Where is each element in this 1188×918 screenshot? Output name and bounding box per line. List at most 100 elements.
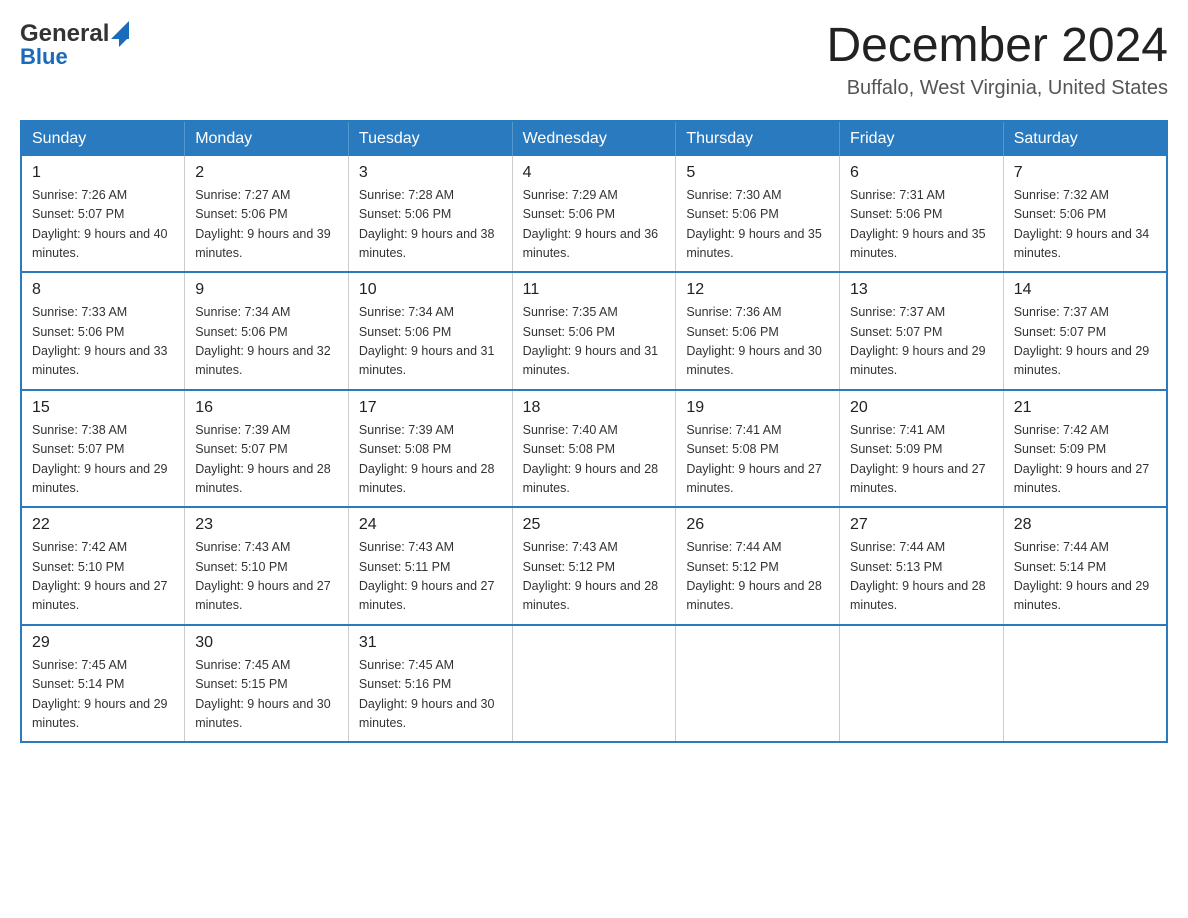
day-info: Sunrise: 7:39 AMSunset: 5:07 PMDaylight:… bbox=[195, 421, 338, 499]
calendar-cell: 15 Sunrise: 7:38 AMSunset: 5:07 PMDayligh… bbox=[21, 390, 185, 508]
day-info: Sunrise: 7:43 AMSunset: 5:10 PMDaylight:… bbox=[195, 538, 338, 616]
calendar-cell: 25 Sunrise: 7:43 AMSunset: 5:12 PMDayligh… bbox=[512, 507, 676, 625]
day-number: 3 bbox=[359, 164, 502, 182]
day-info: Sunrise: 7:37 AMSunset: 5:07 PMDaylight:… bbox=[850, 303, 993, 381]
title-section: December 2024 Buffalo, West Virginia, Un… bbox=[826, 20, 1168, 100]
day-number: 30 bbox=[195, 634, 338, 652]
calendar-cell: 9 Sunrise: 7:34 AMSunset: 5:06 PMDaylight… bbox=[185, 272, 349, 390]
day-info: Sunrise: 7:39 AMSunset: 5:08 PMDaylight:… bbox=[359, 421, 502, 499]
day-info: Sunrise: 7:31 AMSunset: 5:06 PMDaylight:… bbox=[850, 186, 993, 264]
day-info: Sunrise: 7:37 AMSunset: 5:07 PMDaylight:… bbox=[1014, 303, 1156, 381]
day-number: 26 bbox=[686, 516, 829, 534]
day-number: 2 bbox=[195, 164, 338, 182]
day-of-week-tuesday: Tuesday bbox=[348, 121, 512, 156]
day-info: Sunrise: 7:43 AMSunset: 5:12 PMDaylight:… bbox=[523, 538, 666, 616]
day-number: 20 bbox=[850, 399, 993, 417]
day-info: Sunrise: 7:33 AMSunset: 5:06 PMDaylight:… bbox=[32, 303, 174, 381]
day-of-week-friday: Friday bbox=[840, 121, 1004, 156]
day-number: 24 bbox=[359, 516, 502, 534]
month-title: December 2024 bbox=[826, 20, 1168, 73]
calendar-cell: 13 Sunrise: 7:37 AMSunset: 5:07 PMDayligh… bbox=[840, 272, 1004, 390]
day-number: 19 bbox=[686, 399, 829, 417]
day-number: 18 bbox=[523, 399, 666, 417]
day-info: Sunrise: 7:44 AMSunset: 5:13 PMDaylight:… bbox=[850, 538, 993, 616]
calendar-cell: 20 Sunrise: 7:41 AMSunset: 5:09 PMDayligh… bbox=[840, 390, 1004, 508]
day-number: 22 bbox=[32, 516, 174, 534]
calendar-cell: 3 Sunrise: 7:28 AMSunset: 5:06 PMDaylight… bbox=[348, 156, 512, 273]
day-number: 25 bbox=[523, 516, 666, 534]
calendar-cell: 8 Sunrise: 7:33 AMSunset: 5:06 PMDaylight… bbox=[21, 272, 185, 390]
calendar-cell: 18 Sunrise: 7:40 AMSunset: 5:08 PMDayligh… bbox=[512, 390, 676, 508]
calendar-cell bbox=[840, 625, 1004, 743]
calendar-week-row: 8 Sunrise: 7:33 AMSunset: 5:06 PMDaylight… bbox=[21, 272, 1167, 390]
day-info: Sunrise: 7:35 AMSunset: 5:06 PMDaylight:… bbox=[523, 303, 666, 381]
calendar-cell: 22 Sunrise: 7:42 AMSunset: 5:10 PMDayligh… bbox=[21, 507, 185, 625]
day-number: 17 bbox=[359, 399, 502, 417]
calendar-cell: 30 Sunrise: 7:45 AMSunset: 5:15 PMDayligh… bbox=[185, 625, 349, 743]
day-info: Sunrise: 7:44 AMSunset: 5:12 PMDaylight:… bbox=[686, 538, 829, 616]
calendar-cell: 6 Sunrise: 7:31 AMSunset: 5:06 PMDaylight… bbox=[840, 156, 1004, 273]
calendar-week-row: 1Sunrise: 7:26 AMSunset: 5:07 PMDaylight… bbox=[21, 156, 1167, 273]
calendar-cell: 27 Sunrise: 7:44 AMSunset: 5:13 PMDayligh… bbox=[840, 507, 1004, 625]
day-of-week-monday: Monday bbox=[185, 121, 349, 156]
calendar-cell: 5Sunrise: 7:30 AMSunset: 5:06 PMDaylight… bbox=[676, 156, 840, 273]
calendar-week-row: 15 Sunrise: 7:38 AMSunset: 5:07 PMDayligh… bbox=[21, 390, 1167, 508]
calendar-cell: 2 Sunrise: 7:27 AMSunset: 5:06 PMDaylight… bbox=[185, 156, 349, 273]
day-info: Sunrise: 7:28 AMSunset: 5:06 PMDaylight:… bbox=[359, 186, 502, 264]
day-info: Sunrise: 7:38 AMSunset: 5:07 PMDaylight:… bbox=[32, 421, 174, 499]
calendar-cell: 16Sunrise: 7:39 AMSunset: 5:07 PMDayligh… bbox=[185, 390, 349, 508]
calendar-cell: 4Sunrise: 7:29 AMSunset: 5:06 PMDaylight… bbox=[512, 156, 676, 273]
day-info: Sunrise: 7:26 AMSunset: 5:07 PMDaylight:… bbox=[32, 186, 174, 264]
calendar-cell: 21Sunrise: 7:42 AMSunset: 5:09 PMDayligh… bbox=[1003, 390, 1167, 508]
day-info: Sunrise: 7:30 AMSunset: 5:06 PMDaylight:… bbox=[686, 186, 829, 264]
calendar-cell: 29 Sunrise: 7:45 AMSunset: 5:14 PMDayligh… bbox=[21, 625, 185, 743]
day-info: Sunrise: 7:42 AMSunset: 5:10 PMDaylight:… bbox=[32, 538, 174, 616]
day-info: Sunrise: 7:27 AMSunset: 5:06 PMDaylight:… bbox=[195, 186, 338, 264]
calendar-week-row: 29 Sunrise: 7:45 AMSunset: 5:14 PMDayligh… bbox=[21, 625, 1167, 743]
day-info: Sunrise: 7:41 AMSunset: 5:09 PMDaylight:… bbox=[850, 421, 993, 499]
calendar-cell: 14Sunrise: 7:37 AMSunset: 5:07 PMDayligh… bbox=[1003, 272, 1167, 390]
day-info: Sunrise: 7:45 AMSunset: 5:15 PMDaylight:… bbox=[195, 656, 338, 734]
logo: General Blue bbox=[20, 20, 129, 70]
day-number: 13 bbox=[850, 281, 993, 299]
day-info: Sunrise: 7:36 AMSunset: 5:06 PMDaylight:… bbox=[686, 303, 829, 381]
day-of-week-thursday: Thursday bbox=[676, 121, 840, 156]
day-number: 12 bbox=[686, 281, 829, 299]
calendar-cell: 1Sunrise: 7:26 AMSunset: 5:07 PMDaylight… bbox=[21, 156, 185, 273]
day-info: Sunrise: 7:34 AMSunset: 5:06 PMDaylight:… bbox=[359, 303, 502, 381]
calendar-cell: 24 Sunrise: 7:43 AMSunset: 5:11 PMDayligh… bbox=[348, 507, 512, 625]
day-number: 7 bbox=[1014, 164, 1156, 182]
calendar-cell: 19 Sunrise: 7:41 AMSunset: 5:08 PMDayligh… bbox=[676, 390, 840, 508]
day-info: Sunrise: 7:43 AMSunset: 5:11 PMDaylight:… bbox=[359, 538, 502, 616]
calendar-cell: 12 Sunrise: 7:36 AMSunset: 5:06 PMDayligh… bbox=[676, 272, 840, 390]
day-info: Sunrise: 7:34 AMSunset: 5:06 PMDaylight:… bbox=[195, 303, 338, 381]
day-number: 15 bbox=[32, 399, 174, 417]
day-info: Sunrise: 7:45 AMSunset: 5:16 PMDaylight:… bbox=[359, 656, 502, 734]
day-number: 28 bbox=[1014, 516, 1156, 534]
calendar-cell: 10 Sunrise: 7:34 AMSunset: 5:06 PMDayligh… bbox=[348, 272, 512, 390]
day-number: 27 bbox=[850, 516, 993, 534]
calendar-header-row: SundayMondayTuesdayWednesdayThursdayFrid… bbox=[21, 121, 1167, 156]
day-number: 10 bbox=[359, 281, 502, 299]
day-number: 8 bbox=[32, 281, 174, 299]
day-number: 9 bbox=[195, 281, 338, 299]
calendar-cell: 17 Sunrise: 7:39 AMSunset: 5:08 PMDayligh… bbox=[348, 390, 512, 508]
day-info: Sunrise: 7:40 AMSunset: 5:08 PMDaylight:… bbox=[523, 421, 666, 499]
day-number: 21 bbox=[1014, 399, 1156, 417]
calendar-cell bbox=[512, 625, 676, 743]
calendar-cell: 23Sunrise: 7:43 AMSunset: 5:10 PMDayligh… bbox=[185, 507, 349, 625]
calendar-cell: 26 Sunrise: 7:44 AMSunset: 5:12 PMDayligh… bbox=[676, 507, 840, 625]
calendar-table: SundayMondayTuesdayWednesdayThursdayFrid… bbox=[20, 120, 1168, 744]
day-info: Sunrise: 7:45 AMSunset: 5:14 PMDaylight:… bbox=[32, 656, 174, 734]
calendar-week-row: 22 Sunrise: 7:42 AMSunset: 5:10 PMDayligh… bbox=[21, 507, 1167, 625]
calendar-cell bbox=[1003, 625, 1167, 743]
day-of-week-wednesday: Wednesday bbox=[512, 121, 676, 156]
calendar-cell: 31Sunrise: 7:45 AMSunset: 5:16 PMDayligh… bbox=[348, 625, 512, 743]
day-info: Sunrise: 7:44 AMSunset: 5:14 PMDaylight:… bbox=[1014, 538, 1156, 616]
calendar-cell bbox=[676, 625, 840, 743]
day-number: 29 bbox=[32, 634, 174, 652]
day-number: 6 bbox=[850, 164, 993, 182]
location-subtitle: Buffalo, West Virginia, United States bbox=[826, 77, 1168, 100]
day-info: Sunrise: 7:41 AMSunset: 5:08 PMDaylight:… bbox=[686, 421, 829, 499]
day-of-week-saturday: Saturday bbox=[1003, 121, 1167, 156]
